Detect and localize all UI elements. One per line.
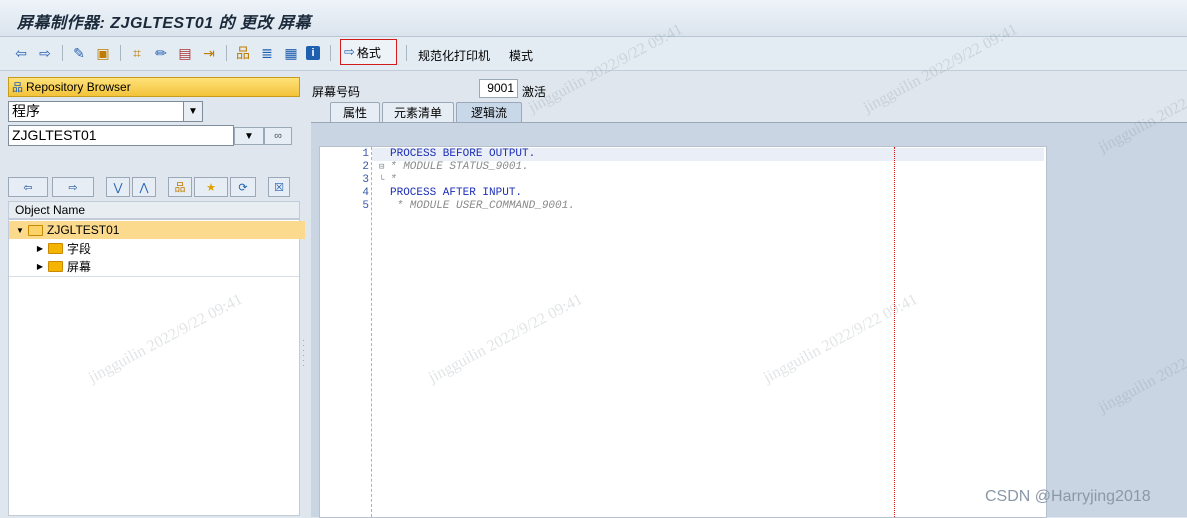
application-toolbar: ⇦ ⇨ ✎ ▣ ⌗ ✏ ▤ ⇥ 品 ≣ ▦ i ⇨ 格式 规范化打印机 模式 bbox=[0, 37, 1187, 71]
object-tree: ▼ ZJGLTEST01 ▶ 字段 ▶ 屏幕 bbox=[8, 219, 305, 516]
folder-icon bbox=[48, 260, 63, 272]
fold-end-icon: └ bbox=[379, 175, 385, 185]
fold-toggle-icon[interactable]: ⊟ bbox=[379, 161, 384, 174]
table-icon[interactable]: ▦ bbox=[282, 44, 300, 62]
line-number: 3 bbox=[362, 174, 369, 186]
toolbar-separator bbox=[406, 45, 407, 61]
forward-arrow-icon[interactable]: ⇨ bbox=[36, 44, 54, 62]
screen-status: 激活 bbox=[522, 85, 547, 99]
screen-number-label: 屏幕号码 bbox=[312, 85, 361, 99]
tab-element-list[interactable]: 元素清单 bbox=[382, 102, 454, 122]
screen-number-field: 9001 bbox=[479, 79, 518, 98]
object-list-icon[interactable]: ⌗ bbox=[128, 44, 146, 62]
activate-icon[interactable]: ▣ bbox=[94, 44, 112, 62]
toolbar-separator bbox=[330, 45, 331, 61]
collapsed-triangle-icon[interactable]: ▶ bbox=[35, 244, 45, 253]
repository-browser-title: Repository Browser bbox=[26, 80, 131, 94]
line-number: 5 bbox=[362, 200, 369, 212]
object-type-select[interactable]: 程序 ▼ bbox=[8, 101, 203, 122]
folder-icon bbox=[48, 242, 63, 254]
chevron-down-icon[interactable]: ▼ bbox=[183, 102, 202, 121]
display-change-icon[interactable]: ✎ bbox=[70, 44, 88, 62]
toolbar-separator bbox=[226, 45, 227, 61]
right-margin-guide bbox=[894, 147, 895, 517]
pretty-printer-button[interactable]: 规范化打印机 bbox=[418, 47, 490, 64]
title-bar: 屏幕制作器: ZJGLTEST01 的 更改 屏幕 bbox=[0, 0, 1187, 37]
csdn-credit: CSDN @Harryjing2018 bbox=[985, 488, 1151, 505]
hierarchy-icon[interactable]: 品 bbox=[168, 177, 192, 197]
object-name-value: ZJGLTEST01 bbox=[12, 127, 97, 143]
back-arrow-icon[interactable]: ⇦ bbox=[12, 44, 30, 62]
glasses-icon[interactable]: ∞ bbox=[264, 127, 292, 145]
code-line[interactable]: * MODULE STATUS_9001. bbox=[390, 161, 529, 174]
info-icon[interactable]: i bbox=[306, 46, 320, 60]
pane-splitter-handle[interactable]: · · · · · · bbox=[302, 337, 306, 370]
flow-logic-editor[interactable]: 1 2 3 4 5 ⊟ └ PROCESS BEFORE OUTPUT. * M… bbox=[319, 146, 1047, 518]
close-icon[interactable]: ☒ bbox=[268, 177, 290, 197]
tree-node-label: ZJGLTEST01 bbox=[47, 223, 120, 237]
open-folder-icon bbox=[28, 224, 43, 236]
toolbar-separator bbox=[62, 45, 63, 61]
line-number: 2 bbox=[362, 161, 369, 173]
expanded-triangle-icon[interactable]: ▼ bbox=[15, 226, 25, 235]
tree-node-root[interactable]: ▼ ZJGLTEST01 bbox=[9, 221, 305, 239]
layout-icon[interactable]: ▤ bbox=[176, 44, 194, 62]
repository-browser-header[interactable]: 品 Repository Browser bbox=[8, 77, 300, 97]
window-title: 屏幕制作器: ZJGLTEST01 的 更改 屏幕 bbox=[17, 15, 312, 32]
repository-browser-pane: 品 Repository Browser 程序 ▼ ZJGLTEST01 ▼ ∞… bbox=[8, 77, 305, 516]
tree-column-header: Object Name bbox=[8, 201, 300, 219]
code-line[interactable]: * MODULE USER_COMMAND_9001. bbox=[390, 200, 575, 213]
collapsed-triangle-icon[interactable]: ▶ bbox=[35, 262, 45, 271]
pencil-icon[interactable]: ✏ bbox=[152, 44, 170, 62]
export-icon[interactable]: ⇥ bbox=[200, 44, 218, 62]
favorites-star-icon[interactable]: ★ bbox=[194, 177, 228, 197]
format-label: 格式 bbox=[356, 45, 381, 60]
tab-flow-logic[interactable]: 逻辑流 bbox=[456, 102, 522, 122]
dropdown-button[interactable]: ▼ bbox=[234, 127, 264, 145]
line-number: 4 bbox=[362, 187, 369, 199]
tree-node-screens[interactable]: ▶ 屏幕 bbox=[9, 257, 91, 275]
next-object-button[interactable]: ⇨ bbox=[52, 177, 94, 197]
code-line[interactable]: PROCESS BEFORE OUTPUT. bbox=[390, 148, 535, 161]
tree-node-label: 屏幕 bbox=[67, 259, 92, 274]
object-type-value: 程序 bbox=[12, 103, 40, 119]
stack-icon[interactable]: ≣ bbox=[258, 44, 276, 62]
line-number: 1 bbox=[362, 148, 369, 160]
tab-attributes[interactable]: 属性 bbox=[330, 102, 380, 122]
object-name-input[interactable]: ZJGLTEST01 bbox=[8, 125, 234, 146]
code-line[interactable]: * bbox=[390, 174, 397, 187]
toolbar-separator bbox=[120, 45, 121, 61]
previous-object-button[interactable]: ⇦ bbox=[8, 177, 48, 197]
refresh-icon[interactable]: ⟳ bbox=[230, 177, 256, 197]
tree-divider bbox=[9, 276, 299, 277]
arrow-right-icon: ⇨ bbox=[344, 44, 355, 59]
code-line[interactable]: PROCESS AFTER INPUT. bbox=[390, 187, 522, 200]
hierarchy-icon: 品 bbox=[12, 82, 23, 94]
collapse-icon[interactable]: ⋀ bbox=[132, 177, 156, 197]
hierarchy-icon[interactable]: 品 bbox=[234, 44, 252, 62]
tree-node-fields[interactable]: ▶ 字段 bbox=[9, 239, 91, 257]
mode-button[interactable]: 模式 bbox=[509, 47, 533, 64]
tree-node-label: 字段 bbox=[67, 241, 92, 256]
format-button[interactable]: ⇨ 格式 bbox=[340, 39, 397, 65]
expand-icon[interactable]: ⋁ bbox=[106, 177, 130, 197]
